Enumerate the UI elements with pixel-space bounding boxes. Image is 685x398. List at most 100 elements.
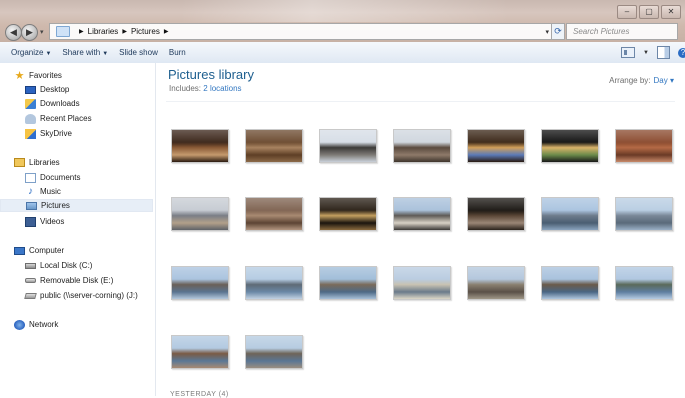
arrange-by-value: Day [653, 76, 668, 85]
chevron-down-icon: ▼ [45, 51, 52, 57]
photo-harbor-skyline-thumbnail[interactable] [541, 197, 599, 231]
sidebar-item-recent-places[interactable]: Recent Places [25, 112, 92, 125]
sidebar-item-music[interactable]: ♪ Music [25, 185, 61, 198]
refresh-button[interactable]: ⟳ [551, 23, 565, 40]
photo-industrial-shore-thumbnail[interactable] [541, 266, 599, 300]
close-button[interactable]: ✕ [661, 5, 681, 19]
photo-river-bridge-thumbnail[interactable] [245, 266, 303, 300]
photo-silos-thumbnail[interactable] [245, 335, 303, 369]
back-button[interactable]: ◀ [5, 24, 22, 41]
photo-grain-elevator-thumbnail[interactable] [467, 266, 525, 300]
photo-river-shore-thumbnail[interactable] [171, 266, 229, 300]
pictures-folder-icon [56, 26, 70, 37]
sidebar-item-desktop[interactable]: Desktop [25, 83, 69, 96]
photo-painting-thumbnail[interactable] [171, 129, 229, 163]
photo-lakefront-thumbnail[interactable] [615, 266, 673, 300]
videos-icon [25, 216, 36, 227]
command-toolbar: Organize ▼ Share with ▼ Slide show Burn ▼ … [0, 42, 685, 64]
sidebar-item-label: public (\\server-corning) (J:) [40, 291, 138, 300]
page-title: Pictures library [168, 67, 254, 82]
address-history-chevron-down-icon[interactable]: ▾ [545, 28, 549, 36]
minimize-button[interactable]: – [617, 5, 637, 19]
photo-gothic-building-thumbnail[interactable] [393, 129, 451, 163]
group-header-yesterday[interactable]: YESTERDAY (4) [170, 391, 229, 398]
locations-link[interactable]: 2 locations [203, 84, 241, 93]
address-bar[interactable]: ▶ Libraries ▶ Pictures ▶ ▾ [49, 23, 554, 40]
sidebar-item-label: Downloads [40, 99, 80, 108]
photo-carved-panel-thumbnail[interactable] [245, 129, 303, 163]
sidebar-item-label: Recent Places [40, 114, 92, 123]
desktop-icon [25, 85, 36, 94]
sidebar-item-label: Documents [40, 173, 81, 182]
photo-brick-facade-thumbnail[interactable] [615, 129, 673, 163]
sidebar-item-downloads[interactable]: Downloads [25, 97, 80, 110]
photo-stone-relief-thumbnail[interactable] [245, 197, 303, 231]
organize-label: Organize [11, 48, 44, 57]
view-controls: ▼ ? [621, 42, 685, 63]
sidebar-item-label: Computer [29, 246, 65, 255]
arrange-by: Arrange by: Day ▾ [609, 76, 674, 85]
documents-icon [25, 172, 36, 183]
sidebar-network[interactable]: Network [14, 318, 58, 331]
sidebar-item-label: Music [40, 187, 61, 196]
includes-label: Includes: [169, 84, 202, 93]
photo-tower-thumbnail[interactable] [319, 129, 377, 163]
breadcrumb-chevron-icon[interactable]: ▶ [79, 28, 84, 35]
sidebar-item-videos[interactable]: Videos [25, 215, 64, 228]
photo-plaque-thumbnail[interactable] [319, 197, 377, 231]
photo-dark-interior-thumbnail[interactable] [467, 197, 525, 231]
header-divider [166, 101, 675, 102]
sidebar-item-label: Local Disk (C:) [40, 261, 93, 270]
sidebar-computer[interactable]: Computer [14, 244, 64, 257]
recent-places-icon [25, 113, 36, 124]
change-view-icon[interactable] [621, 47, 636, 58]
sidebar-item-network-drive[interactable]: public (\\server-corning) (J:) [24, 289, 138, 302]
help-icon[interactable]: ? [678, 47, 685, 58]
sidebar-item-label: Pictures [41, 201, 70, 210]
sidebar-item-removable-disk[interactable]: Removable Disk (E:) [25, 274, 113, 287]
photo-downtown-street-thumbnail[interactable] [171, 197, 229, 231]
title-bar: – ▢ ✕ ◀ ▶ ▾ ▶ Libraries ▶ Pictures ▶ ▾ ⟳… [0, 0, 685, 42]
sidebar-item-skydrive[interactable]: SkyDrive [25, 127, 72, 140]
view-options-chevron-down-icon[interactable]: ▼ [643, 50, 649, 56]
sidebar-item-local-disk[interactable]: Local Disk (C:) [25, 259, 92, 272]
breadcrumb-pictures[interactable]: Pictures [131, 27, 160, 36]
sidebar-item-label: Removable Disk (E:) [40, 276, 114, 285]
organize-button[interactable]: Organize ▼ [11, 48, 51, 57]
breadcrumb-libraries[interactable]: Libraries [88, 27, 119, 36]
sidebar-libraries[interactable]: Libraries [14, 156, 60, 169]
forward-button[interactable]: ▶ [21, 24, 38, 41]
sidebar-item-pictures[interactable]: Pictures [0, 199, 153, 212]
removable-disk-icon [25, 278, 36, 283]
network-icon [14, 319, 25, 330]
navigation-pane: ★ Favorites Desktop Downloads Recent Plac… [0, 63, 156, 396]
share-with-button[interactable]: Share with ▼ [62, 48, 108, 57]
star-icon: ★ [14, 69, 25, 82]
burn-button[interactable]: Burn [169, 48, 186, 57]
preview-pane-icon[interactable] [657, 46, 670, 59]
photo-ship-thumbnail[interactable] [615, 197, 673, 231]
libraries-icon [14, 158, 25, 167]
breadcrumb-chevron-icon[interactable]: ▶ [122, 28, 127, 35]
photo-stained-glass-thumbnail[interactable] [541, 129, 599, 163]
photo-railing-view-thumbnail[interactable] [393, 266, 451, 300]
photo-waterfront-town-thumbnail[interactable] [319, 266, 377, 300]
library-includes: Includes: 2 locations [169, 84, 242, 93]
photo-street-view-thumbnail[interactable] [393, 197, 451, 231]
sidebar-favorites[interactable]: ★ Favorites [14, 69, 62, 82]
breadcrumb-chevron-icon[interactable]: ▶ [164, 28, 169, 35]
sidebar-item-documents[interactable]: Documents [25, 171, 80, 184]
sidebar-item-label: Libraries [29, 158, 60, 167]
search-input[interactable]: Search Pictures [566, 23, 678, 40]
maximize-button[interactable]: ▢ [639, 5, 659, 19]
arrange-by-dropdown[interactable]: Day ▾ [654, 76, 674, 85]
sidebar-item-label: Desktop [40, 85, 70, 94]
downloads-icon [25, 98, 36, 109]
recent-pages-chevron-icon[interactable]: ▾ [40, 28, 44, 36]
photo-brick-ruin-thumbnail[interactable] [171, 335, 229, 369]
photo-arched-window-thumbnail[interactable] [467, 129, 525, 163]
hard-disk-icon [25, 262, 36, 269]
slide-show-button[interactable]: Slide show [119, 48, 158, 57]
skydrive-icon [25, 128, 36, 139]
computer-icon [14, 246, 25, 255]
